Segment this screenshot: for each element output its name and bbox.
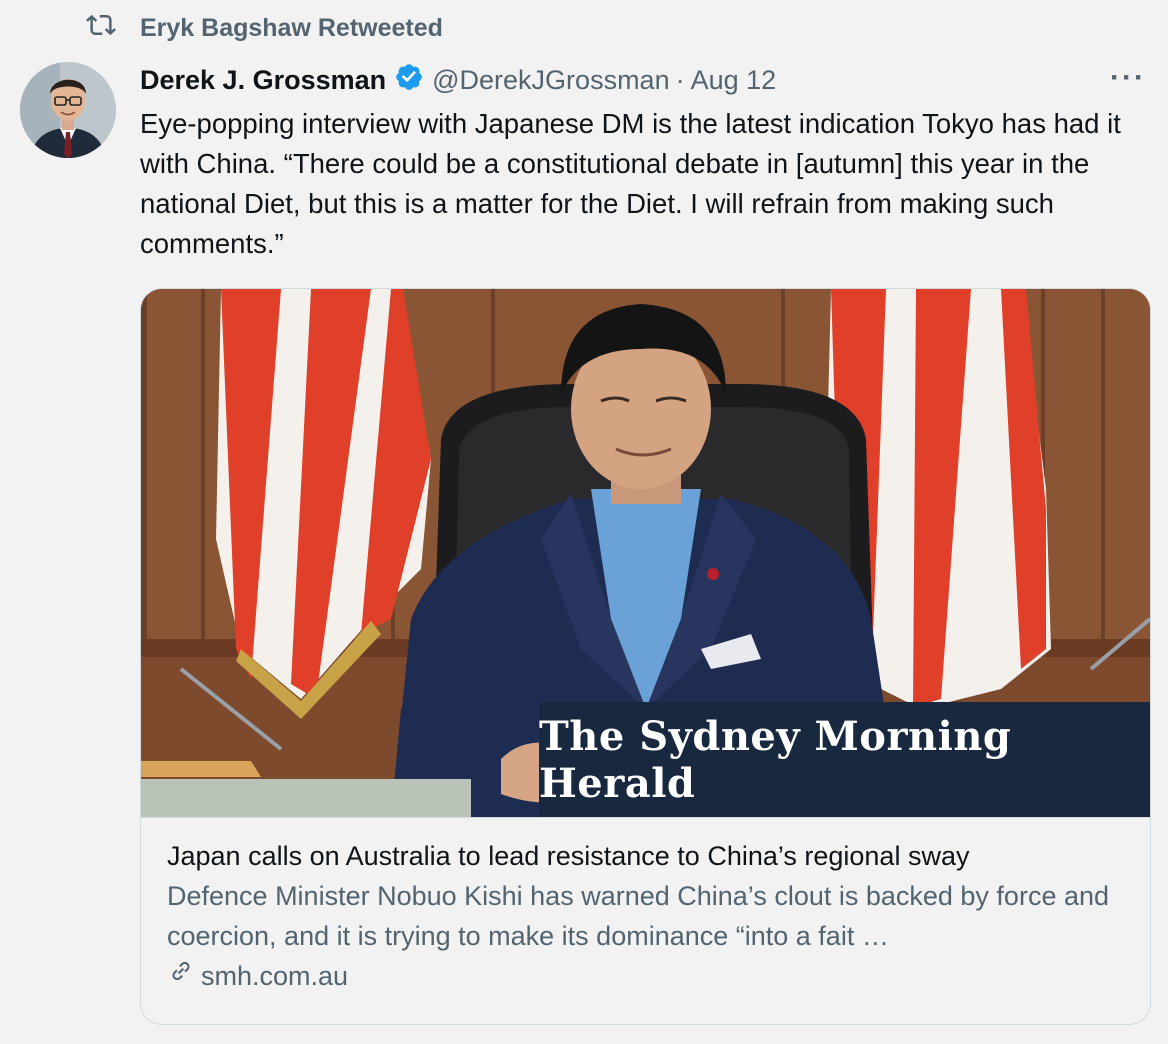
- card-title[interactable]: Japan calls on Australia to lead resista…: [167, 836, 1124, 876]
- retweet-context: Eryk Bagshaw Retweeted: [84, 10, 443, 46]
- card-domain-text[interactable]: smh.com.au: [201, 956, 348, 996]
- author-avatar[interactable]: [20, 62, 116, 158]
- author-handle[interactable]: @DerekJGrossman: [432, 65, 669, 96]
- card-body[interactable]: Japan calls on Australia to lead resista…: [141, 817, 1150, 1024]
- retweeted-by-label[interactable]: Eryk Bagshaw Retweeted: [140, 14, 443, 43]
- smh-logo-band: The Sydney Morning Herald: [539, 702, 1150, 817]
- retweet-icon: [84, 10, 118, 47]
- tweet-date[interactable]: Aug 12: [691, 65, 777, 96]
- tweet-text: Eye-popping interview with Japanese DM i…: [140, 108, 1121, 259]
- card-description: Defence Minister Nobuo Kishi has warned …: [167, 881, 1110, 951]
- link-icon: [167, 956, 195, 996]
- verified-badge-icon: [386, 62, 432, 99]
- card-domain[interactable]: smh.com.au: [167, 956, 1124, 996]
- author-display-name[interactable]: Derek J. Grossman: [140, 65, 386, 96]
- card-image[interactable]: The Sydney Morning Herald: [141, 289, 1150, 817]
- more-options-icon[interactable]: ···: [1110, 63, 1146, 93]
- header-separator: ·: [675, 64, 685, 95]
- link-preview-card[interactable]: The Sydney Morning Herald Japan calls on…: [140, 288, 1151, 1025]
- tweet-header: Derek J. Grossman @DerekJGrossman · Aug …: [140, 60, 1148, 100]
